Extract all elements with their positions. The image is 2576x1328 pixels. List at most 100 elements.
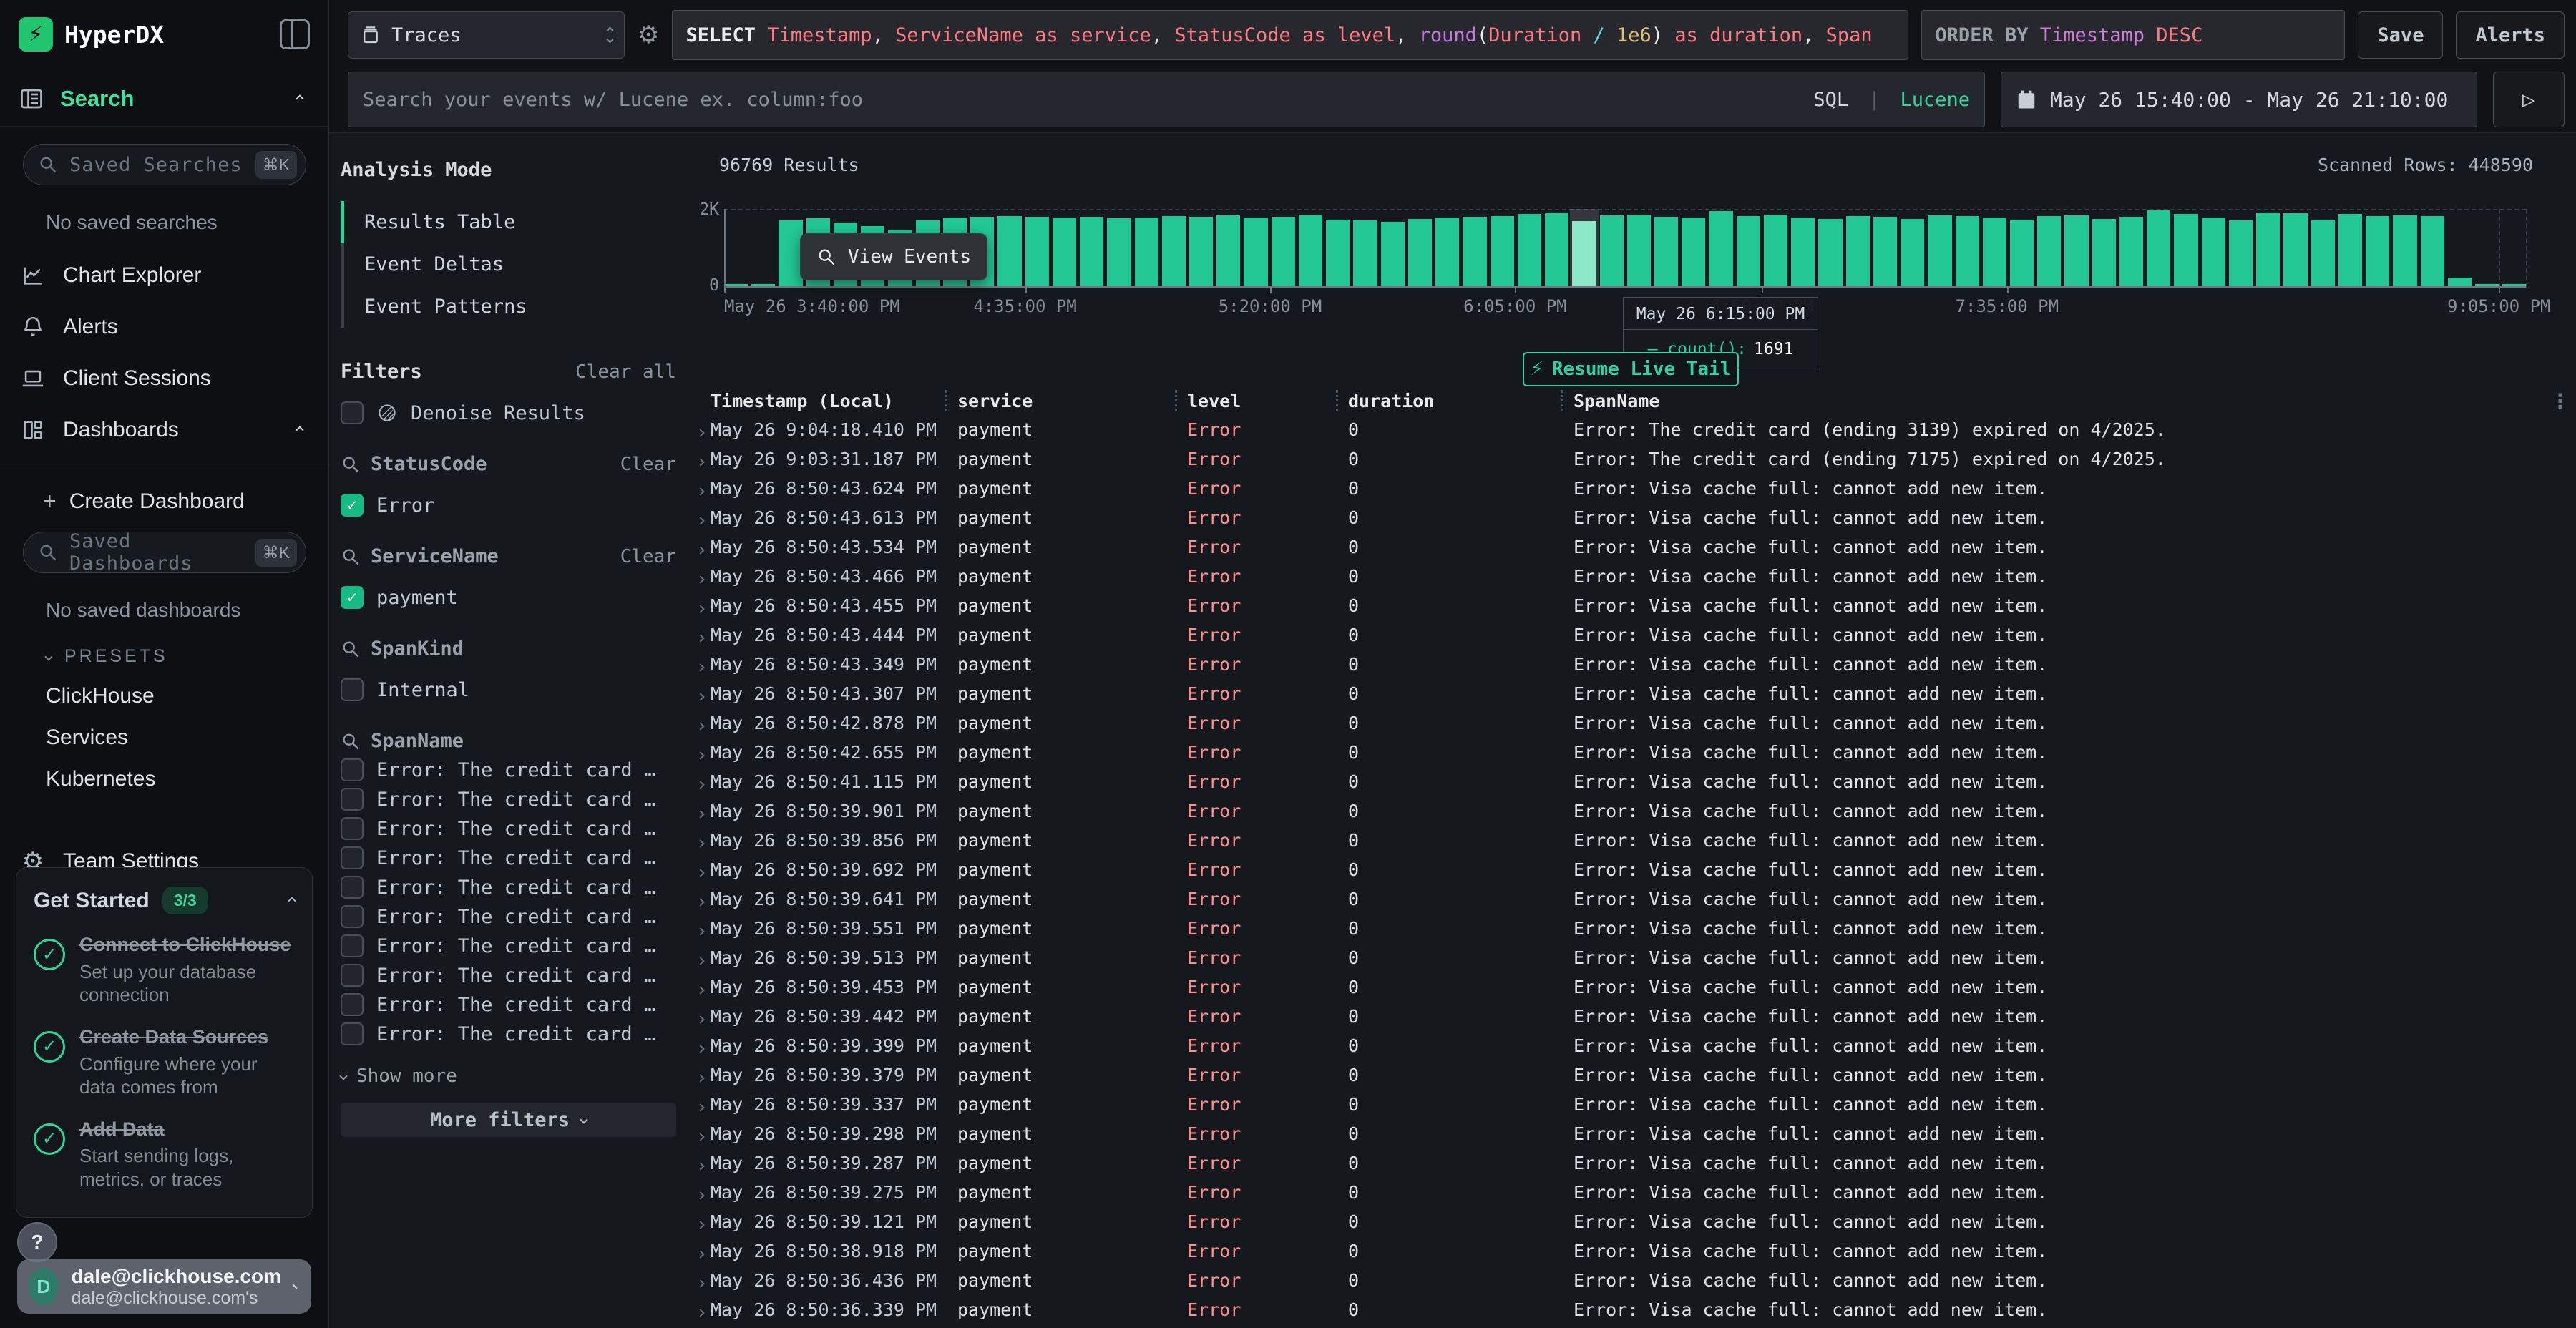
col-duration[interactable]: duration (1348, 391, 1552, 411)
table-row[interactable]: May 26 8:50:39.692 PM payment Error 0 Er… (691, 855, 2576, 884)
sidebar-collapse-icon[interactable] (280, 19, 310, 49)
filter-option-spanname[interactable]: ✓ Error: The credit card … (341, 934, 676, 957)
search-icon[interactable] (341, 454, 361, 474)
expand-row-icon[interactable] (696, 1133, 704, 1141)
expand-row-icon[interactable] (696, 781, 704, 788)
column-resize-grip[interactable] (945, 390, 948, 411)
filter-option-spanname[interactable]: ✓ Error: The credit card … (341, 788, 676, 811)
preset-services[interactable]: Services (46, 726, 328, 750)
table-row[interactable]: May 26 8:50:39.121 PM payment Error 0 Er… (691, 1207, 2576, 1236)
filter-option-payment[interactable]: ✓ payment (341, 586, 676, 609)
checkbox-icon[interactable]: ✓ (341, 964, 364, 987)
table-row[interactable]: May 26 8:50:36.339 PM payment Error 0 Er… (691, 1295, 2576, 1324)
sidebar-item-dashboards[interactable]: Dashboards (0, 407, 328, 453)
table-row[interactable]: May 26 8:50:39.901 PM payment Error 0 Er… (691, 796, 2576, 826)
table-row[interactable]: May 26 8:50:43.307 PM payment Error 0 Er… (691, 679, 2576, 708)
expand-row-icon[interactable] (696, 487, 704, 495)
search-icon[interactable] (341, 731, 361, 751)
checkbox-icon[interactable]: ✓ (341, 993, 364, 1016)
table-row[interactable]: May 26 8:50:39.641 PM payment Error 0 Er… (691, 884, 2576, 914)
expand-row-icon[interactable] (696, 517, 704, 524)
denoise-results-checkbox-row[interactable]: ✓ Denoise Results (341, 401, 676, 424)
clear-button[interactable]: Clear (620, 546, 676, 567)
table-row[interactable]: May 26 8:50:39.513 PM payment Error 0 Er… (691, 943, 2576, 972)
expand-row-icon[interactable] (696, 605, 704, 612)
expand-row-icon[interactable] (696, 1162, 704, 1170)
clear-button[interactable]: Clear (620, 454, 676, 475)
search-icon[interactable] (341, 639, 361, 659)
expand-row-icon[interactable] (696, 1074, 704, 1082)
table-row[interactable]: May 26 8:50:39.551 PM payment Error 0 Er… (691, 914, 2576, 943)
clear-all-button[interactable]: Clear all (575, 361, 676, 383)
expand-row-icon[interactable] (696, 1221, 704, 1229)
view-events-button[interactable]: View Events (800, 233, 987, 280)
col-service[interactable]: service (957, 391, 1166, 411)
table-row[interactable]: May 26 8:50:39.287 PM payment Error 0 Er… (691, 1148, 2576, 1178)
expand-row-icon[interactable] (696, 458, 704, 466)
preset-kubernetes[interactable]: Kubernetes (46, 767, 328, 791)
checkbox-icon[interactable]: ✓ (341, 401, 364, 424)
expand-row-icon[interactable] (696, 1279, 704, 1287)
checkbox-icon[interactable]: ✓ (341, 934, 364, 957)
col-spanname[interactable]: SpanName (1574, 391, 2545, 411)
checkbox-icon[interactable]: ✓ (341, 678, 364, 701)
saved-dashboards-input[interactable]: Saved Dashboards ⌘K (23, 532, 306, 573)
time-range-picker[interactable]: May 26 15:40:00 - May 26 21:10:00 (2001, 72, 2477, 127)
expand-row-icon[interactable] (696, 751, 704, 759)
user-menu[interactable]: D dale@clickhouse.com dale@clickhouse.co… (17, 1259, 311, 1314)
table-row[interactable]: May 26 8:50:43.444 PM payment Error 0 Er… (691, 620, 2576, 650)
expand-row-icon[interactable] (696, 927, 704, 935)
table-row[interactable]: May 26 8:50:39.453 PM payment Error 0 Er… (691, 972, 2576, 1002)
filter-option-spanname[interactable]: ✓ Error: The credit card … (341, 846, 676, 869)
chart-bars[interactable] (724, 209, 2526, 286)
mode-event-patterns[interactable]: Event Patterns (344, 285, 676, 328)
sidebar-item-client-sessions[interactable]: Client Sessions (0, 356, 328, 401)
lang-toggle-sql[interactable]: SQL (1813, 89, 1848, 111)
table-row[interactable]: May 26 8:50:41.115 PM payment Error 0 Er… (691, 767, 2576, 796)
table-row[interactable]: May 26 9:03:31.187 PM payment Error 0 Er… (691, 444, 2576, 474)
table-row[interactable]: May 26 8:50:39.337 PM payment Error 0 Er… (691, 1090, 2576, 1119)
table-row[interactable]: May 26 8:50:39.275 PM payment Error 0 Er… (691, 1178, 2576, 1207)
sidebar-item-search[interactable]: Search (0, 69, 328, 126)
expand-row-icon[interactable] (696, 957, 704, 965)
checkbox-icon[interactable]: ✓ (341, 788, 364, 811)
show-more-button[interactable]: Show more (341, 1065, 676, 1087)
sidebar-item-chart-explorer[interactable]: Chart Explorer (0, 253, 328, 298)
expand-row-icon[interactable] (696, 810, 704, 818)
table-row[interactable]: May 26 8:50:36.436 PM payment Error 0 Er… (691, 1266, 2576, 1295)
filter-option-spanname[interactable]: ✓ Error: The credit card … (341, 905, 676, 928)
checkbox-icon[interactable]: ✓ (341, 846, 364, 869)
table-row[interactable]: May 26 8:50:43.613 PM payment Error 0 Er… (691, 503, 2576, 532)
sql-select-input[interactable]: SELECT Timestamp, ServiceName as service… (672, 10, 1908, 60)
table-row[interactable]: May 26 8:50:39.399 PM payment Error 0 Er… (691, 1031, 2576, 1060)
preset-clickhouse[interactable]: ClickHouse (46, 684, 328, 708)
more-filters-button[interactable]: More filters (341, 1103, 676, 1137)
source-selector[interactable]: Traces (348, 11, 625, 59)
filter-option-error[interactable]: ✓ Error (341, 494, 676, 517)
table-row[interactable]: May 26 9:04:18.410 PM payment Error 0 Er… (691, 415, 2576, 444)
table-row[interactable]: May 26 8:50:38.918 PM payment Error 0 Er… (691, 1236, 2576, 1266)
expand-row-icon[interactable] (696, 546, 704, 554)
table-row[interactable]: May 26 8:50:39.856 PM payment Error 0 Er… (691, 826, 2576, 855)
checkbox-icon[interactable]: ✓ (341, 586, 364, 609)
filter-option-spanname[interactable]: ✓ Error: The credit card … (341, 993, 676, 1016)
filter-option-spanname[interactable]: ✓ Error: The credit card … (341, 876, 676, 899)
filter-option-internal[interactable]: ✓ Internal (341, 678, 676, 701)
checkbox-icon[interactable]: ✓ (341, 905, 364, 928)
expand-row-icon[interactable] (696, 1103, 704, 1111)
checkbox-icon[interactable]: ✓ (341, 876, 364, 899)
event-search-input[interactable]: Search your events w/ Lucene ex. column:… (348, 72, 1985, 127)
expand-row-icon[interactable] (696, 1191, 704, 1199)
filter-option-spanname[interactable]: ✓ Error: The credit card … (341, 817, 676, 840)
table-row[interactable]: May 26 8:50:43.349 PM payment Error 0 Er… (691, 650, 2576, 679)
expand-row-icon[interactable] (696, 429, 704, 436)
get-started-step-sources[interactable]: ✓ Create Data Sources Configure where yo… (34, 1025, 295, 1099)
saved-searches-input[interactable]: Saved Searches ⌘K (23, 144, 306, 185)
table-row[interactable]: May 26 8:50:43.455 PM payment Error 0 Er… (691, 591, 2576, 620)
table-row[interactable]: May 26 8:50:39.298 PM payment Error 0 Er… (691, 1119, 2576, 1148)
expand-row-icon[interactable] (696, 575, 704, 583)
presets-toggle[interactable]: PRESETS (46, 646, 328, 667)
expand-row-icon[interactable] (696, 722, 704, 730)
resume-live-tail-button[interactable]: ⚡ Resume Live Tail (1523, 352, 1739, 386)
expand-row-icon[interactable] (696, 1250, 704, 1258)
